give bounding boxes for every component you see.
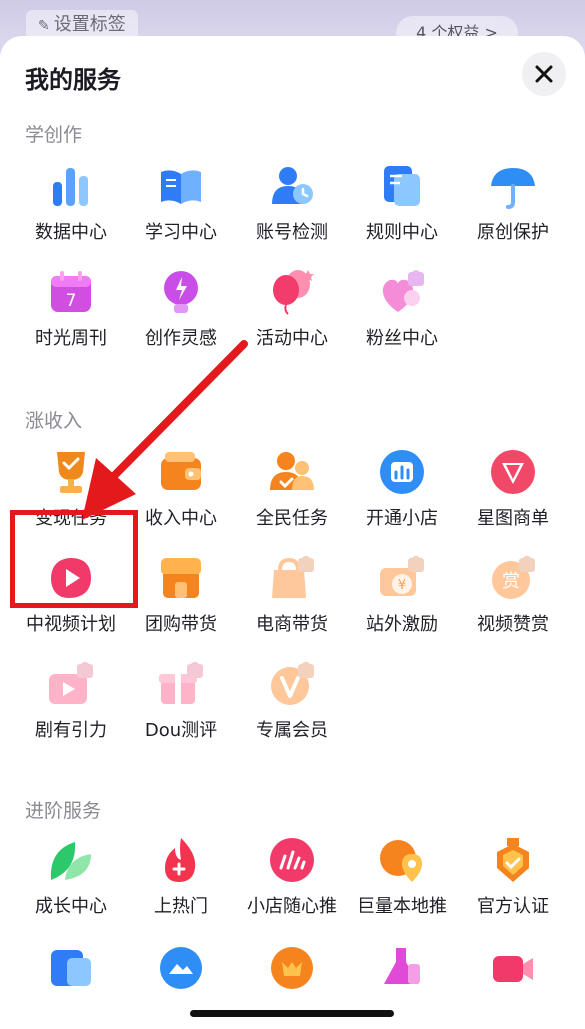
heart-icon bbox=[378, 268, 426, 316]
storefront-icon bbox=[157, 554, 205, 602]
service-item-public-task[interactable]: 全民任务 bbox=[237, 448, 347, 548]
document-icon bbox=[378, 162, 426, 210]
service-item-fans-center[interactable]: 粉丝中心 bbox=[347, 268, 457, 368]
service-item-rules-center[interactable]: 规则中心 bbox=[347, 162, 457, 262]
location-icon bbox=[378, 836, 426, 884]
service-item-activity-center[interactable]: 活动中心 bbox=[237, 268, 347, 368]
service-item-local-promotion[interactable]: 巨量本地推 bbox=[347, 836, 457, 936]
lightbulb-icon bbox=[157, 268, 205, 316]
service-item-partial-1[interactable] bbox=[16, 942, 126, 1029]
service-item-income-center[interactable]: 收入中心 bbox=[126, 448, 236, 548]
set-tag-label: 设置标签 bbox=[53, 14, 126, 35]
close-button[interactable] bbox=[522, 52, 566, 96]
gift-icon bbox=[157, 660, 205, 708]
open-book-icon bbox=[157, 162, 205, 210]
boost-icon bbox=[268, 836, 316, 884]
service-item-hot-trending[interactable]: 上热门 bbox=[126, 836, 236, 936]
service-item-ecommerce[interactable]: 电商带货 bbox=[237, 554, 347, 654]
section-title-create: 学创作 bbox=[25, 124, 83, 146]
flame-icon bbox=[157, 836, 205, 884]
coin-icon: ¥ bbox=[378, 554, 426, 602]
service-item-official-verification[interactable]: 官方认证 bbox=[458, 836, 568, 936]
service-item-dou-review[interactable]: Dou测评 bbox=[126, 660, 236, 760]
service-item-data-center[interactable]: 数据中心 bbox=[16, 162, 126, 262]
svg-text:7: 7 bbox=[66, 291, 77, 311]
home-indicator[interactable] bbox=[190, 1010, 394, 1017]
service-item-original-protection[interactable]: 原创保护 bbox=[458, 162, 568, 262]
svg-text:¥: ¥ bbox=[398, 578, 406, 593]
calendar-icon: 7 bbox=[47, 268, 95, 316]
sheet-title: 我的服务 bbox=[25, 66, 121, 94]
service-item-star-map-orders[interactable]: 星图商单 bbox=[458, 448, 568, 548]
service-item-learning-center[interactable]: 学习中心 bbox=[126, 162, 236, 262]
shopping-bag-icon bbox=[268, 554, 316, 602]
service-item-open-shop[interactable]: 开通小店 bbox=[347, 448, 457, 548]
badge-icon bbox=[489, 836, 537, 884]
film-icon bbox=[47, 660, 95, 708]
leaf-icon bbox=[47, 836, 95, 884]
service-item-exclusive-member[interactable]: 专属会员 bbox=[237, 660, 347, 760]
umbrella-icon bbox=[489, 162, 537, 210]
shop-icon bbox=[378, 448, 426, 496]
vip-icon bbox=[268, 660, 316, 708]
flask-icon bbox=[378, 942, 426, 990]
svg-text:赏: 赏 bbox=[502, 571, 520, 592]
section-title-advanced: 进阶服务 bbox=[25, 800, 102, 822]
bar-chart-icon bbox=[47, 162, 95, 210]
star-map-icon bbox=[489, 448, 537, 496]
wallet-icon bbox=[157, 448, 205, 496]
service-item-account-check[interactable]: 账号检测 bbox=[237, 162, 347, 262]
reward-icon: 赏 bbox=[489, 554, 537, 602]
service-item-shop-boost[interactable]: 小店随心推 bbox=[237, 836, 347, 936]
cube-icon bbox=[47, 942, 95, 990]
trophy-icon bbox=[47, 448, 95, 496]
pencil-icon: ✎ bbox=[38, 18, 50, 34]
mountain-icon bbox=[157, 942, 205, 990]
service-item-group-buy[interactable]: 团购带货 bbox=[126, 554, 236, 654]
section-title-income: 涨收入 bbox=[25, 410, 83, 432]
service-item-video-reward[interactable]: 赏 视频赞赏 bbox=[458, 554, 568, 654]
service-item-time-weekly[interactable]: 7 时光周刊 bbox=[16, 268, 126, 368]
user-check-icon bbox=[268, 162, 316, 210]
service-item-creative-inspiration[interactable]: 创作灵感 bbox=[126, 268, 236, 368]
camera-icon bbox=[489, 942, 537, 990]
service-item-offsite-incentive[interactable]: ¥ 站外激励 bbox=[347, 554, 457, 654]
balloon-icon bbox=[268, 268, 316, 316]
service-item-partial-5[interactable] bbox=[458, 942, 568, 1029]
service-item-drama-gravity[interactable]: 剧有引力 bbox=[16, 660, 126, 760]
close-icon bbox=[535, 65, 553, 83]
highlight-box bbox=[10, 510, 138, 608]
service-item-growth-center[interactable]: 成长中心 bbox=[16, 836, 126, 936]
cat-icon bbox=[268, 942, 316, 990]
people-icon bbox=[268, 448, 316, 496]
